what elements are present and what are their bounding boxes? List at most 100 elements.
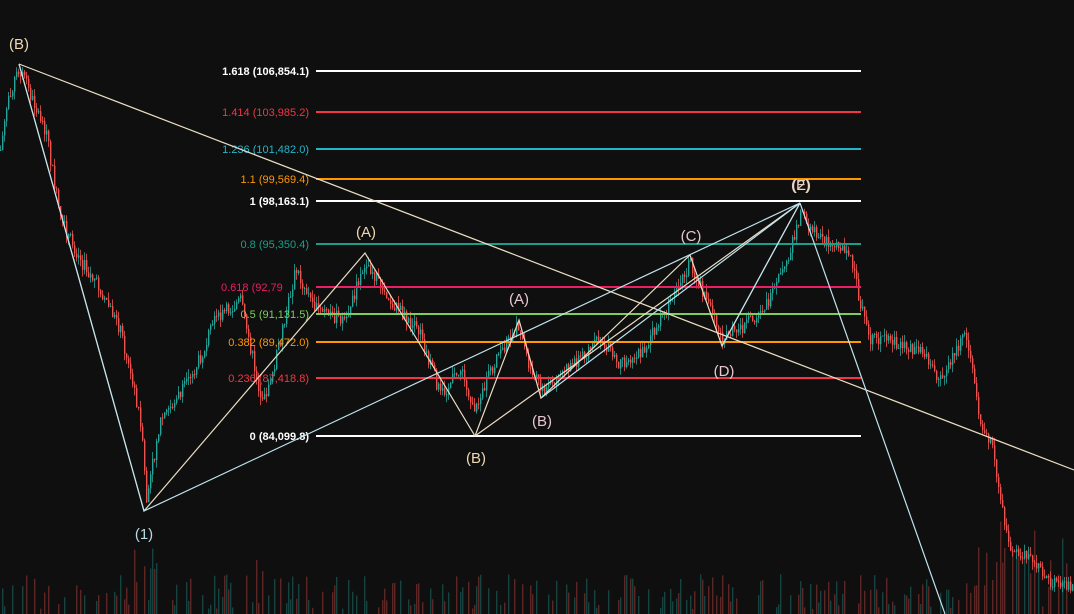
volume-bar	[40, 608, 42, 614]
volume-bar	[618, 600, 620, 614]
candle-body	[504, 347, 506, 353]
wave-label-major-b-top: (B)	[9, 36, 29, 53]
candle-body	[444, 388, 446, 395]
elliott-wave-drawings[interactable]: (B) (A) (A) (B) (B) (C) (D) (E) (2) (1)	[9, 36, 1074, 614]
volume-bar	[762, 580, 764, 614]
volume-bar	[874, 575, 876, 614]
volume-bar	[472, 608, 474, 614]
volume-bar	[232, 607, 234, 614]
volume-bar	[548, 594, 550, 614]
candle-body	[862, 306, 864, 309]
candle-body	[1034, 562, 1036, 564]
candle-body	[168, 408, 170, 410]
volume-bar	[588, 602, 590, 614]
candle-body	[120, 325, 122, 333]
candle-body	[264, 394, 266, 399]
candle-body	[864, 306, 866, 317]
candle-body	[410, 318, 412, 328]
candle-body	[114, 314, 116, 318]
candle-body	[930, 364, 932, 366]
volume-bar	[906, 595, 908, 614]
candle-body	[844, 245, 846, 254]
candle-body	[618, 361, 620, 369]
volume-bar	[384, 588, 386, 614]
volume-bar	[918, 594, 920, 614]
volume-bar	[148, 600, 150, 614]
candle-body	[574, 358, 576, 364]
candle-body	[138, 407, 140, 409]
candle-body	[870, 334, 872, 345]
candle-body	[928, 353, 930, 365]
candle-body	[386, 291, 388, 299]
candle-body	[912, 344, 914, 355]
candle-body	[922, 347, 924, 355]
candle-body	[76, 253, 78, 258]
candle-body	[1066, 581, 1068, 590]
volume-bar	[476, 586, 478, 614]
price-chart[interactable]: 1.618 (106,854.1) 1.414 (103,985.2) 1.23…	[0, 0, 1074, 614]
volume-bar	[624, 575, 626, 614]
candle-body	[420, 329, 422, 335]
candle-body	[124, 335, 126, 354]
candle-body	[454, 373, 456, 375]
candle-body	[54, 165, 56, 189]
volume-bar	[536, 580, 538, 614]
wave-label-c: (C)	[681, 228, 702, 245]
candle-body	[320, 307, 322, 309]
candle-body	[958, 345, 960, 351]
volume-bar	[816, 584, 818, 614]
candle-body	[122, 325, 124, 336]
candle-body	[918, 346, 920, 353]
candle-body	[898, 348, 900, 350]
candle-body	[1042, 566, 1044, 577]
candle-body	[986, 433, 988, 435]
volume-bar	[448, 592, 450, 614]
candle-body	[648, 344, 650, 349]
volume-bar	[208, 608, 210, 614]
candle-body	[572, 363, 574, 365]
candle-body	[50, 141, 52, 166]
volume-bar	[566, 584, 568, 614]
chart-canvas[interactable]: 1.618 (106,854.1) 1.414 (103,985.2) 1.23…	[0, 0, 1074, 614]
candle-body	[568, 364, 570, 371]
candle-body	[8, 95, 10, 109]
candle-body	[872, 334, 874, 345]
candle-body	[538, 374, 540, 378]
candle-body	[650, 335, 652, 345]
fib-label-11: 1.1 (99,569.4)	[241, 174, 310, 186]
candle-body	[96, 277, 98, 279]
candle-body	[762, 311, 764, 313]
volume-bar	[776, 607, 778, 614]
candle-body	[68, 234, 70, 239]
candle-body	[996, 459, 998, 478]
candle-body	[756, 318, 758, 323]
candle-body	[12, 91, 14, 97]
volume-bar	[1062, 538, 1064, 614]
candle-body	[814, 227, 816, 233]
volume-bar	[496, 590, 498, 614]
candle-body	[784, 266, 786, 270]
candle-body	[262, 397, 264, 399]
candle-body	[544, 385, 546, 395]
candle-body	[292, 289, 294, 297]
volume-bar	[392, 583, 394, 614]
candle-body	[308, 293, 310, 295]
candle-body	[624, 357, 626, 368]
volume-bar	[778, 604, 780, 614]
volume-bar	[950, 607, 952, 614]
volume-bar	[892, 601, 894, 614]
candle-body	[116, 314, 118, 319]
candle-body	[364, 268, 366, 273]
candle-body	[10, 95, 12, 97]
volume-bar	[532, 594, 534, 614]
candle-body	[158, 434, 160, 442]
volume-bar	[226, 574, 228, 614]
candle-body	[354, 295, 356, 300]
volume-bar	[76, 585, 78, 614]
candle-body	[466, 380, 468, 390]
candle-body	[734, 325, 736, 330]
volume-bar	[114, 591, 116, 614]
candle-body	[638, 349, 640, 358]
candle-body	[962, 334, 964, 339]
candle-body	[626, 362, 628, 368]
